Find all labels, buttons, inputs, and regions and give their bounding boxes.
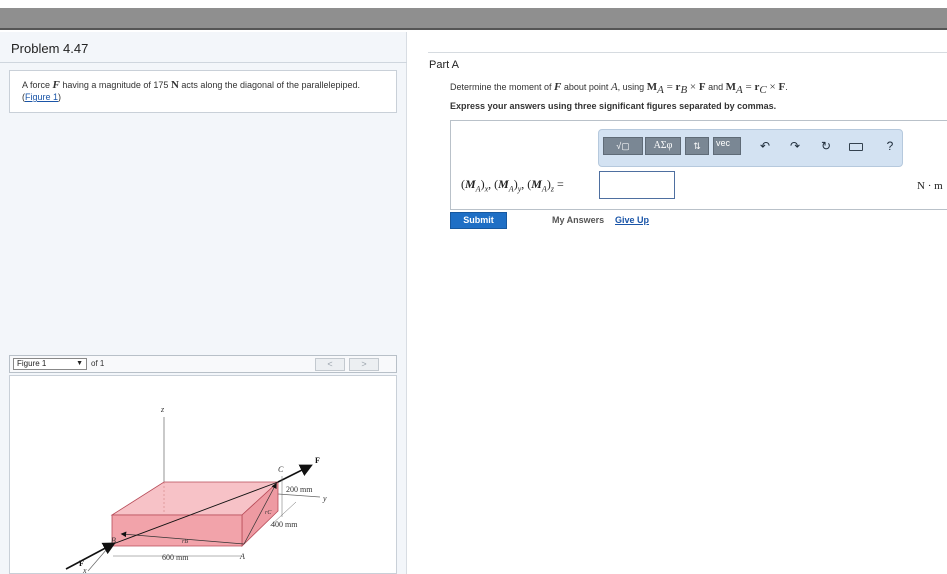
problem-text-prefix: A force bbox=[22, 80, 53, 90]
figure-navigation: Figure 1 ▼ of 1 < > bbox=[9, 355, 397, 373]
part-divider bbox=[428, 52, 947, 53]
next-figure-button[interactable]: > bbox=[349, 358, 379, 371]
z-label: z bbox=[160, 405, 165, 414]
y-axis bbox=[277, 493, 321, 498]
equation-1-moment-subscript: A bbox=[657, 83, 664, 96]
force-symbol: F bbox=[52, 79, 60, 91]
point-c-label: C bbox=[278, 465, 284, 474]
equation-1-force: F bbox=[698, 81, 706, 93]
figure-panel: z y x F F C B A rC rB 200 mm 400 mm 600 … bbox=[9, 375, 397, 574]
answer-label: (MA)x, (MA)y, (MA)z = bbox=[461, 177, 564, 193]
moment-symbol-2: M bbox=[498, 177, 509, 191]
instruction-prefix: Determine the moment of bbox=[450, 82, 555, 92]
problem-pane: Problem 4.47 A force F having a magnitud… bbox=[0, 32, 407, 574]
redo-icon[interactable]: ↷ bbox=[787, 139, 803, 153]
figure-select[interactable]: Figure 1 ▼ bbox=[13, 358, 87, 370]
moment-symbol-3: M bbox=[531, 177, 542, 191]
top-bar bbox=[0, 0, 947, 32]
force-label-top: F bbox=[315, 456, 320, 465]
equation-1-cross: × bbox=[687, 81, 699, 93]
figure-link[interactable]: Figure 1 bbox=[25, 92, 58, 102]
rc-label: rC bbox=[265, 510, 272, 516]
answer-format-instruction: Express your answers using three signifi… bbox=[450, 101, 777, 111]
unit-newton: N bbox=[170, 79, 179, 91]
greek-symbols-button[interactable]: ΑΣφ bbox=[645, 137, 681, 155]
problem-statement: A force F having a magnitude of 175 N ac… bbox=[9, 70, 397, 113]
dimension-400-label: 400 mm bbox=[271, 520, 298, 529]
point-a-label: A bbox=[239, 552, 245, 561]
equation-2-position-subscript: C bbox=[759, 83, 767, 96]
previous-figure-button[interactable]: < bbox=[315, 358, 345, 371]
figure-select-value: Figure 1 bbox=[17, 359, 47, 368]
parallelepiped-figure: z y x F F C B A rC rB 200 mm 400 mm 600 … bbox=[65, 405, 327, 573]
keyboard-icon[interactable] bbox=[847, 139, 865, 153]
answer-unit: N · m bbox=[917, 180, 943, 192]
part-a-pane: Part A Determine the moment of F about p… bbox=[408, 32, 947, 574]
answer-area: √▢ ΑΣφ ⇅ vec ↶ ↷ ↻ ? (MA)x, (MA)y, (MA)z… bbox=[450, 120, 947, 210]
give-up-link[interactable]: Give Up bbox=[615, 215, 649, 225]
arrows-button[interactable]: ⇅ bbox=[685, 137, 709, 155]
equation-2-equals: = bbox=[742, 81, 755, 93]
instruction-and: and bbox=[705, 82, 726, 92]
equation-1-moment: M bbox=[646, 81, 658, 93]
rb-label: rB bbox=[182, 539, 188, 545]
undo-icon[interactable]: ↶ bbox=[757, 139, 773, 153]
math-toolbar: √▢ ΑΣφ ⇅ vec ↶ ↷ ↻ ? bbox=[598, 129, 903, 167]
figure-count: of 1 bbox=[91, 359, 105, 368]
force-arrow-bottom bbox=[65, 542, 116, 570]
y-label: y bbox=[322, 494, 327, 503]
dimension-200-label: 200 mm bbox=[286, 485, 313, 494]
reset-icon[interactable]: ↻ bbox=[818, 139, 834, 153]
chevron-down-icon: ▼ bbox=[76, 360, 83, 367]
equals-sign: = bbox=[553, 177, 564, 191]
problem-text-mid: having a magnitude of 175 bbox=[59, 80, 171, 90]
equation-1-equals: = bbox=[663, 81, 676, 93]
templates-button[interactable]: √▢ bbox=[603, 137, 643, 155]
submit-button[interactable]: Submit bbox=[450, 212, 507, 229]
moment-symbol-1: M bbox=[465, 177, 476, 191]
help-icon[interactable]: ? bbox=[882, 139, 898, 153]
top-bar-strip bbox=[0, 8, 947, 30]
vector-button[interactable]: vec bbox=[713, 137, 741, 155]
title-divider bbox=[0, 62, 407, 63]
instruction-using: , using bbox=[617, 82, 647, 92]
equation-2-moment-subscript: A bbox=[736, 83, 743, 96]
my-answers-link[interactable]: My Answers bbox=[552, 215, 604, 225]
force-label-bottom: F bbox=[79, 559, 84, 568]
problem-text-close: ) bbox=[58, 92, 62, 102]
instruction-point-a: A bbox=[610, 81, 618, 93]
equation-2-moment: M bbox=[725, 81, 737, 93]
point-b-label: B bbox=[111, 536, 116, 545]
problem-title: Problem 4.47 bbox=[11, 41, 89, 56]
part-a-instruction: Determine the moment of F about point A,… bbox=[450, 81, 788, 96]
instruction-about: about point bbox=[561, 82, 611, 92]
answer-input[interactable] bbox=[599, 171, 675, 199]
equation-2-cross: × bbox=[766, 81, 779, 93]
part-a-title: Part A bbox=[429, 59, 459, 71]
dimension-600-label: 600 mm bbox=[162, 553, 189, 562]
instruction-end: . bbox=[785, 82, 788, 92]
